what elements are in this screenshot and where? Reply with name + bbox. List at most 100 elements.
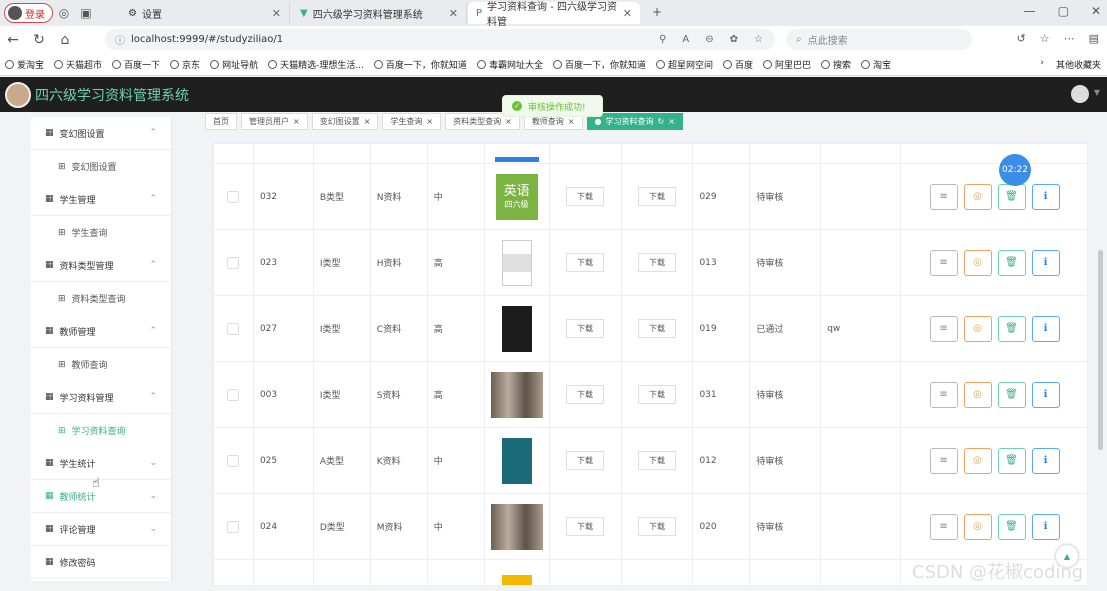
chevron-right-icon[interactable]: › — [1040, 58, 1044, 71]
sidebar-group-teacher-stats[interactable]: ▦ 教师统计 ⌄ — [31, 480, 171, 513]
sidebar-group-study-materials[interactable]: ▦ 学习资料管理 ⌃ — [31, 381, 171, 414]
download-button[interactable]: 下载 — [566, 253, 605, 272]
sidebar-item-material-type-query[interactable]: ⊞ 资料类型查询 — [31, 282, 171, 315]
edit-button[interactable]: ◎ — [963, 513, 992, 540]
tag-banner-settings[interactable]: 变幻图设置 × — [311, 113, 379, 130]
bookmark-item[interactable]: 天猫精选-理想生活... — [263, 58, 369, 71]
extension-icon[interactable]: ✿ — [730, 34, 738, 45]
close-icon[interactable]: × — [568, 117, 575, 126]
tab-study-query[interactable]: P 学习资料查询 - 四六级学习资料管 ✕ — [468, 2, 640, 28]
favorites-icon[interactable]: ☆ — [1040, 32, 1050, 45]
bookmark-item[interactable]: 超星网空间 — [651, 58, 718, 71]
bookmark-item[interactable]: 百度 — [718, 58, 758, 71]
avatar[interactable] — [1071, 85, 1089, 103]
bookmark-item[interactable]: 淘宝 — [856, 58, 896, 71]
close-icon[interactable]: × — [364, 117, 371, 126]
audit-button[interactable]: ≡ — [929, 381, 958, 408]
download-button[interactable]: 下载 — [637, 319, 676, 338]
refresh-icon[interactable]: ↻ — [26, 32, 52, 48]
bookmark-item[interactable]: 京东 — [165, 58, 205, 71]
sidebar-group-banner[interactable]: ▦ 变幻图设置 ⌃ — [31, 117, 171, 150]
edit-button[interactable]: ◎ — [963, 249, 992, 276]
sidebar-item-banner-settings[interactable]: ⊞ 变幻图设置 — [31, 150, 171, 183]
sidebar-group-student-stats[interactable]: ▦ 学生统计 ⌄ — [31, 447, 171, 480]
download-button[interactable]: 下载 — [566, 319, 605, 338]
chevron-down-icon[interactable]: ▼ — [1094, 88, 1100, 97]
minimize-icon[interactable]: — — [1024, 4, 1036, 18]
close-icon[interactable]: × — [293, 117, 300, 126]
edit-button[interactable]: ◎ — [963, 447, 992, 474]
sidebar-group-students[interactable]: ▦ 学生管理 ⌃ — [31, 183, 171, 216]
bookmark-item[interactable]: 阿里巴巴 — [758, 58, 816, 71]
sidebar-item-student-query[interactable]: ⊞ 学生查询 — [31, 216, 171, 249]
audit-button[interactable]: ≡ — [929, 183, 958, 210]
delete-button[interactable]: 🗑 — [997, 249, 1026, 276]
edit-button[interactable]: ◎ — [963, 315, 992, 342]
delete-button[interactable]: 🗑 — [997, 447, 1026, 474]
copilot-icon[interactable]: ↺ — [1017, 32, 1026, 45]
delete-button[interactable]: 🗑 — [997, 315, 1026, 342]
tag-admin-users[interactable]: 管理员用户 × — [241, 113, 308, 130]
bookmark-item[interactable]: 百度一下，你就知道 — [369, 58, 472, 71]
restore-icon[interactable]: ▢ — [1058, 4, 1069, 18]
row-checkbox[interactable] — [227, 256, 240, 269]
zoom-icon[interactable]: ⊖ — [705, 34, 713, 45]
detail-button[interactable]: ℹ — [1031, 315, 1060, 342]
delete-button[interactable]: 🗑 — [997, 183, 1026, 210]
detail-button[interactable]: ℹ — [1031, 513, 1060, 540]
read-aloud-icon[interactable]: A — [682, 34, 689, 45]
row-checkbox[interactable] — [227, 520, 240, 533]
bookmark-item[interactable]: 百度一下，你就知道 — [548, 58, 651, 71]
scrollbar[interactable] — [1098, 250, 1103, 450]
download-button[interactable]: 下载 — [566, 451, 605, 470]
sidebar-item-study-query[interactable]: ⊞ 学习资料查询 — [31, 414, 171, 447]
tab-actions-icon[interactable]: ▣ — [75, 6, 97, 20]
sidebar-item-teacher-query[interactable]: ⊞ 教师查询 — [31, 348, 171, 381]
favorite-star-icon[interactable]: ☆ — [754, 34, 763, 45]
tab-settings[interactable]: ⚙ 设置 ✕ — [120, 2, 290, 24]
close-icon[interactable]: × — [426, 117, 433, 126]
audit-button[interactable]: ≡ — [929, 447, 958, 474]
download-button[interactable]: 下载 — [566, 187, 605, 206]
bookmark-item[interactable]: 天猫超市 — [49, 58, 107, 71]
bookmark-item[interactable]: 网址导航 — [205, 58, 263, 71]
audit-button[interactable]: ≡ — [929, 315, 958, 342]
download-button[interactable]: 下载 — [566, 517, 605, 536]
search-input[interactable]: ⌕ 点此搜索 — [786, 29, 972, 50]
download-button[interactable]: 下载 — [637, 253, 676, 272]
sidebar-group-comments[interactable]: ▦ 评论管理 ⌄ — [31, 513, 171, 546]
close-window-icon[interactable]: ✕ — [1091, 4, 1101, 18]
other-bookmarks[interactable]: 其他收藏夹 — [1056, 58, 1101, 71]
delete-button[interactable]: 🗑 — [997, 513, 1026, 540]
close-icon[interactable]: × — [668, 117, 675, 126]
tag-home[interactable]: 首页 — [205, 113, 237, 130]
row-checkbox[interactable] — [227, 322, 240, 335]
bookmark-item[interactable]: 百度一下 — [107, 58, 165, 71]
tab-system[interactable]: ▼ 四六级学习资料管理系统 ✕ — [292, 2, 467, 24]
download-button[interactable]: 下载 — [637, 187, 676, 206]
edit-button[interactable]: ◎ — [963, 381, 992, 408]
bookmark-item[interactable]: 搜索 — [816, 58, 856, 71]
sidebar-group-change-password[interactable]: ▦ 修改密码 — [31, 546, 171, 579]
close-icon[interactable]: ✕ — [272, 7, 281, 20]
close-icon[interactable]: ✕ — [623, 7, 632, 20]
download-button[interactable]: 下载 — [637, 385, 676, 404]
sidebar-toggle-icon[interactable]: ▤ — [1089, 32, 1099, 45]
detail-button[interactable]: ℹ — [1031, 183, 1060, 210]
download-button[interactable]: 下载 — [637, 517, 676, 536]
close-icon[interactable]: × — [505, 117, 512, 126]
bookmark-item[interactable]: 毒霸网址大全 — [472, 58, 548, 71]
audit-button[interactable]: ≡ — [929, 249, 958, 276]
key-icon[interactable]: ⚲ — [659, 34, 666, 45]
delete-button[interactable]: 🗑 — [997, 381, 1026, 408]
home-icon[interactable]: ⌂ — [52, 32, 78, 48]
bookmark-item[interactable]: 爱淘宝 — [0, 58, 49, 71]
more-icon[interactable]: ⋯ — [1064, 32, 1075, 45]
row-checkbox[interactable] — [227, 388, 240, 401]
download-button[interactable]: 下载 — [566, 385, 605, 404]
detail-button[interactable]: ℹ — [1031, 447, 1060, 474]
detail-button[interactable]: ℹ — [1031, 249, 1060, 276]
row-checkbox[interactable] — [227, 190, 240, 203]
back-icon[interactable]: ← — [0, 32, 26, 48]
new-tab-icon[interactable]: + — [646, 5, 668, 19]
